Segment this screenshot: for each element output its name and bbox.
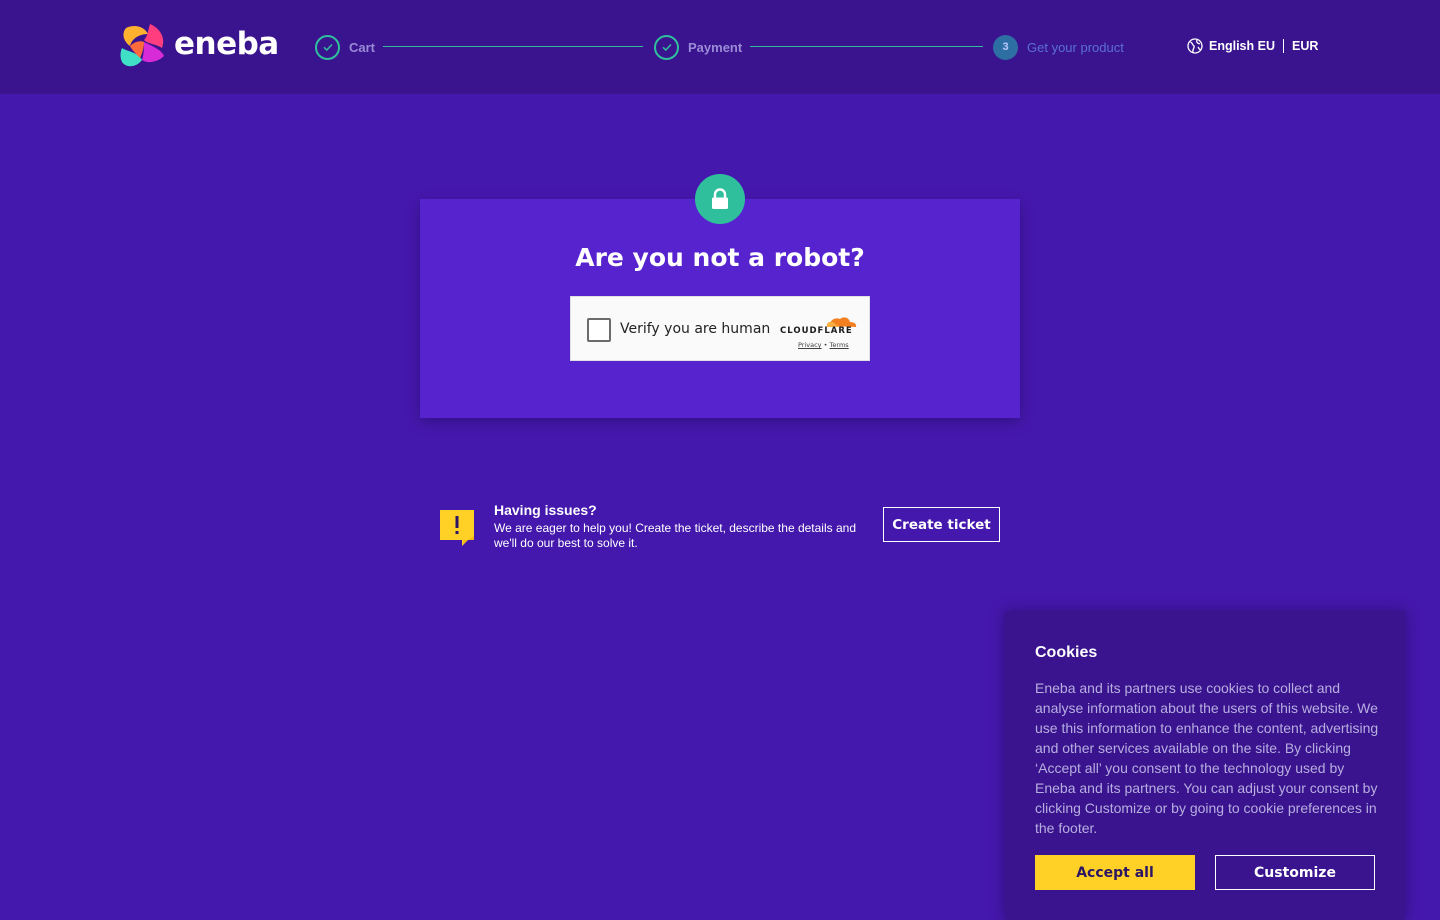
warning-speech-icon [440,510,474,546]
globe-icon [1187,38,1203,54]
header: eneba Cart Payment 3 Get your product En… [0,0,1440,94]
lock-icon [712,188,728,209]
issues-title: Having issues? [494,502,597,518]
captcha-link-separator: • [823,341,828,349]
step-label: Get your product [1027,39,1124,55]
cookie-text: Eneba and its partners use cookies to co… [1035,680,1379,836]
captcha-links: Privacy • Terms [798,341,849,349]
language-label: English EU [1209,39,1275,53]
page-title: Are you not a robot? [575,243,865,272]
captcha-terms-link[interactable]: Terms [830,341,849,349]
captcha-label: Verify you are human [620,321,771,337]
step-get-product: 3 Get your product [993,34,1124,60]
language-currency-selector[interactable]: English EU EUR [1187,38,1318,54]
step-number: 3 [993,34,1018,60]
brand-wordmark: eneba [174,26,279,62]
step-divider [750,46,983,47]
create-ticket-button[interactable]: Create ticket [883,507,1000,542]
currency-label: EUR [1291,39,1319,53]
step-divider [383,46,643,47]
cookie-consent-panel: Cookies Eneba and its partners use cooki… [1005,611,1405,920]
verify-human-checkbox[interactable] [587,318,611,342]
accept-all-button[interactable]: Accept all [1035,855,1195,890]
locale-separator [1282,39,1284,53]
brand-logo[interactable]: eneba [118,22,288,72]
issues-description: We are eager to help you! Create the tic… [494,521,856,550]
captcha-provider: CLOUDFLARE [780,326,853,336]
captcha-privacy-link[interactable]: Privacy [798,341,822,349]
step-cart: Cart [315,34,375,60]
check-circle-icon [315,34,340,60]
check-circle-icon [654,34,679,60]
customize-button[interactable]: Customize [1215,855,1375,890]
cloudflare-captcha-widget: Verify you are human CLOUDFLARE Privacy … [570,296,870,361]
cookie-title: Cookies [1035,644,1098,661]
step-label: Payment [688,39,743,55]
eneba-logo-icon [120,24,164,67]
lock-badge [695,174,745,224]
step-label: Cart [349,39,376,55]
step-payment: Payment [654,34,742,60]
